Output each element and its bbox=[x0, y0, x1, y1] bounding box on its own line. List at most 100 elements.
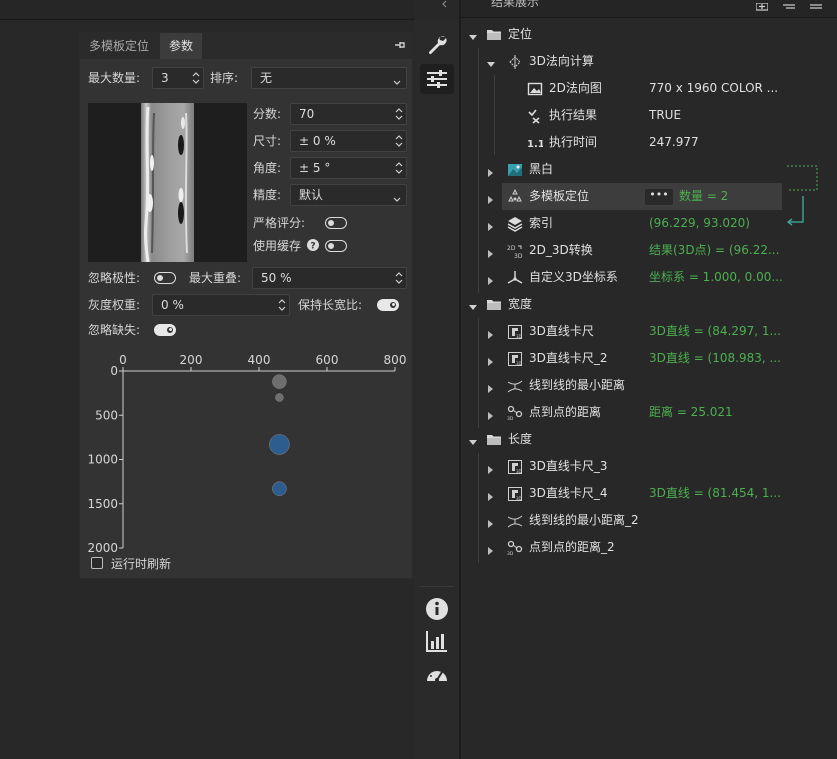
tree-row[interactable]: 执行结果 TRUE bbox=[461, 102, 837, 129]
tree-row[interactable]: 3D 3D直线卡尺_4 3D直线 = (81.454, 1... bbox=[461, 480, 837, 507]
tree-row[interactable]: 线到线的最小距离 bbox=[461, 372, 837, 399]
tree-row[interactable]: 3D 点到点的距离 距离 = 25.021 bbox=[461, 399, 837, 426]
expand-arrow-icon[interactable] bbox=[469, 301, 477, 310]
caliper-icon: 3D bbox=[507, 324, 523, 340]
tree-row-label: 线到线的最小距离_2 bbox=[529, 513, 639, 527]
info-icon[interactable] bbox=[420, 594, 454, 624]
x-tick-label: 200 bbox=[180, 353, 203, 367]
collapse-arrow-icon[interactable] bbox=[487, 409, 495, 420]
tree-row[interactable]: 2D法向图 770 x 1960 COLOR ... bbox=[461, 75, 837, 102]
tree-row[interactable]: 3D 3D直线卡尺_2 3D直线 = (108.983, ... bbox=[461, 345, 837, 372]
help-icon[interactable]: ? bbox=[307, 239, 319, 252]
chevron-down-icon bbox=[393, 75, 401, 85]
pin-icon[interactable] bbox=[394, 39, 406, 51]
p2p-icon: 3D bbox=[507, 540, 523, 557]
expand-arrow-icon[interactable] bbox=[469, 436, 477, 445]
spinner-icon[interactable] bbox=[192, 69, 200, 87]
tree-row[interactable]: 多模板定位 ••• 数量 = 2 bbox=[461, 183, 837, 210]
ignore-polarity-toggle[interactable] bbox=[154, 272, 176, 284]
p2p-icon: 3D bbox=[507, 405, 523, 422]
collapse-arrow-icon[interactable] bbox=[487, 463, 495, 474]
stack-icon bbox=[507, 216, 523, 232]
gauge-icon[interactable] bbox=[420, 660, 454, 690]
tree-row[interactable]: 2D 3D 2D_3D转换 结果(3D点) = (96.22... bbox=[461, 237, 837, 264]
result-icon bbox=[527, 108, 543, 124]
svg-text:3D: 3D bbox=[507, 551, 514, 556]
tree-row[interactable]: 长度 bbox=[461, 426, 837, 453]
sort-select[interactable]: 无 bbox=[251, 67, 407, 89]
ignore-missing-toggle[interactable] bbox=[154, 324, 176, 336]
keep-aspect-toggle[interactable] bbox=[377, 299, 399, 311]
precision-select[interactable]: 默认 bbox=[290, 184, 407, 206]
spinner-icon[interactable] bbox=[395, 105, 403, 123]
collapse-arrow-icon[interactable] bbox=[487, 517, 495, 528]
collapse-arrow-icon[interactable] bbox=[487, 355, 495, 366]
tab-multi-template[interactable]: 多模板定位 bbox=[80, 33, 158, 59]
svg-text:?: ? bbox=[310, 242, 315, 252]
tree-row-label: 索引 bbox=[529, 216, 554, 230]
l2l-icon bbox=[507, 513, 523, 529]
time-icon: 1.11 bbox=[527, 135, 552, 151]
x-tick-label: 0 bbox=[119, 353, 127, 367]
tree-row-label: 执行时间 bbox=[549, 135, 598, 149]
tree-row[interactable]: 自定义3D坐标系 坐标系 = 1.000, 0.00... bbox=[461, 264, 837, 291]
y-tick-label: 1000 bbox=[88, 453, 118, 467]
parameter-panel: 多模板定位 参数 最大数量: 3 排序: 无 分数: 70 尺寸: ± 0 % … bbox=[79, 32, 414, 579]
y-tick-label: 2000 bbox=[88, 541, 118, 554]
collapse-arrow-icon[interactable] bbox=[487, 193, 495, 204]
expand-arrow-icon[interactable] bbox=[487, 58, 495, 67]
tree-row[interactable]: 黑白 bbox=[461, 156, 837, 183]
tree-row-label: 黑白 bbox=[529, 162, 554, 176]
tree-row-label: 点到点的距离 bbox=[529, 405, 602, 419]
tree-row[interactable]: 定位 bbox=[461, 21, 837, 48]
precision-label: 精度: bbox=[253, 188, 282, 202]
max-overlap-field[interactable]: 50 % bbox=[252, 267, 407, 289]
angle-field[interactable]: ± 5 ° bbox=[290, 157, 407, 179]
tree-row[interactable]: 线到线的最小距离_2 bbox=[461, 507, 837, 534]
tree-row[interactable]: 索引 (96.229, 93.020) bbox=[461, 210, 837, 237]
tree-row[interactable]: 3D 3D直线卡尺_3 bbox=[461, 453, 837, 480]
collapse-arrow-icon[interactable] bbox=[487, 274, 495, 285]
use-cache-toggle[interactable] bbox=[325, 240, 347, 252]
refresh-on-run-checkbox[interactable] bbox=[91, 557, 103, 569]
collapse-arrow-icon[interactable] bbox=[487, 166, 495, 177]
tree-row[interactable]: 3D 点到点的距离_2 bbox=[461, 534, 837, 561]
score-field[interactable]: 70 bbox=[290, 103, 407, 125]
more-options-button[interactable]: ••• bbox=[645, 189, 673, 205]
collapse-arrow-icon[interactable] bbox=[440, 0, 454, 10]
spinner-icon[interactable] bbox=[395, 269, 403, 287]
list-icon[interactable] bbox=[783, 0, 795, 9]
sliders-icon[interactable] bbox=[420, 64, 454, 94]
tree-row[interactable]: 1.11 执行时间 247.977 bbox=[461, 129, 837, 156]
tree-row-value: 3D直线 = (81.454, 1... bbox=[649, 486, 781, 500]
ignore-polarity-label: 忽略极性: bbox=[88, 271, 141, 285]
max-count-field[interactable]: 3 bbox=[152, 67, 204, 89]
wrench-icon[interactable] bbox=[420, 30, 454, 60]
spinner-icon[interactable] bbox=[395, 159, 403, 177]
bar-chart-icon[interactable] bbox=[420, 626, 454, 656]
tree-row[interactable]: 宽度 bbox=[461, 291, 837, 318]
collapse-arrow-icon[interactable] bbox=[487, 490, 495, 501]
svg-text:3D: 3D bbox=[516, 496, 522, 501]
scatter-point bbox=[272, 481, 287, 496]
menu-icon[interactable] bbox=[810, 0, 822, 9]
gray-weight-field[interactable]: 0 % bbox=[152, 294, 290, 316]
collapse-arrow-icon[interactable] bbox=[487, 544, 495, 555]
add-icon[interactable] bbox=[755, 0, 769, 11]
spinner-icon[interactable] bbox=[395, 132, 403, 150]
panel-tabs: 多模板定位 参数 bbox=[80, 33, 414, 59]
collapse-arrow-icon[interactable] bbox=[487, 220, 495, 231]
size-field[interactable]: ± 0 % bbox=[290, 130, 407, 152]
tab-params[interactable]: 参数 bbox=[160, 33, 203, 59]
tree-row-label: 3D直线卡尺_4 bbox=[529, 486, 608, 500]
collapse-arrow-icon[interactable] bbox=[487, 247, 495, 258]
collapse-arrow-icon[interactable] bbox=[487, 328, 495, 339]
collapse-arrow-icon[interactable] bbox=[487, 382, 495, 393]
tree-row[interactable]: 3D法向计算 bbox=[461, 48, 837, 75]
strict-score-toggle[interactable] bbox=[325, 217, 347, 229]
svg-text:2D: 2D bbox=[507, 245, 516, 252]
expand-arrow-icon[interactable] bbox=[469, 31, 477, 40]
spinner-icon[interactable] bbox=[278, 296, 286, 314]
tree-row-label: 3D直线卡尺_2 bbox=[529, 351, 608, 365]
tree-row[interactable]: 3D 3D直线卡尺 3D直线 = (84.297, 1... bbox=[461, 318, 837, 345]
